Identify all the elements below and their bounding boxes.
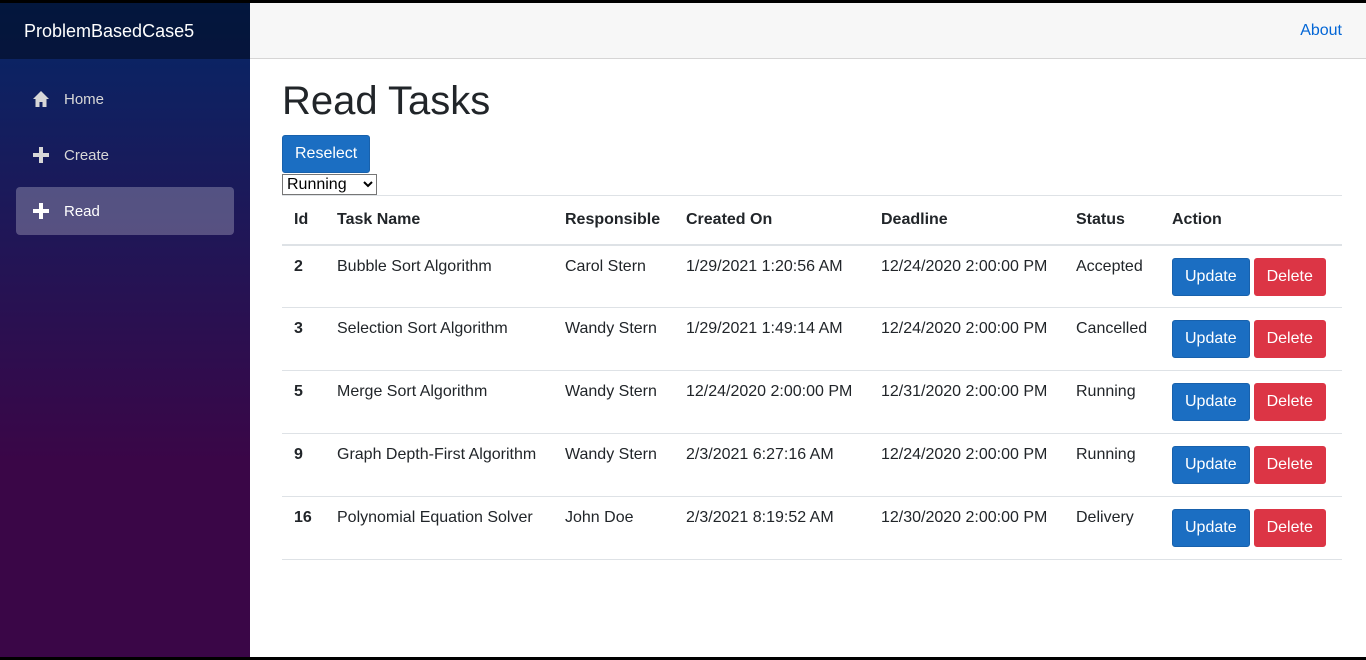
nav-item-label: Create bbox=[64, 146, 110, 164]
delete-button[interactable]: Delete bbox=[1253, 446, 1326, 484]
cell-responsible: John Doe bbox=[553, 496, 674, 560]
cell-created-on: 2/3/2021 6:27:16 AM bbox=[674, 433, 869, 497]
cell-task-name: Merge Sort Algorithm bbox=[325, 370, 553, 434]
cell-task-name: Selection Sort Algorithm bbox=[325, 307, 553, 371]
tasks-table: Id Task Name Responsible Created On Dead… bbox=[282, 195, 1342, 560]
cell-task-name: Polynomial Equation Solver bbox=[325, 496, 553, 560]
main-content: About Read Tasks Reselect Running Id Tas… bbox=[250, 3, 1366, 657]
cell-id: 9 bbox=[282, 433, 325, 497]
cell-actions: Update Delete bbox=[1160, 307, 1342, 371]
delete-button[interactable]: Delete bbox=[1253, 509, 1326, 547]
update-button[interactable]: Update bbox=[1172, 509, 1250, 547]
table-row: 9 Graph Depth-First Algorithm Wandy Ster… bbox=[282, 433, 1342, 497]
page-body: Read Tasks Reselect Running Id Task Name… bbox=[250, 59, 1366, 560]
cell-deadline: 12/30/2020 2:00:00 PM bbox=[869, 496, 1064, 560]
nav-item-home[interactable]: Home bbox=[16, 75, 234, 123]
cell-id: 3 bbox=[282, 307, 325, 371]
cell-created-on: 12/24/2020 2:00:00 PM bbox=[674, 370, 869, 434]
table-row: 3 Selection Sort Algorithm Wandy Stern 1… bbox=[282, 307, 1342, 371]
cell-deadline: 12/24/2020 2:00:00 PM bbox=[869, 244, 1064, 308]
cell-actions: Update Delete bbox=[1160, 433, 1342, 497]
cell-deadline: 12/24/2020 2:00:00 PM bbox=[869, 433, 1064, 497]
cell-created-on: 1/29/2021 1:49:14 AM bbox=[674, 307, 869, 371]
nav-item-read[interactable]: Read bbox=[16, 187, 234, 235]
brand-title[interactable]: ProblemBasedCase5 bbox=[0, 3, 250, 59]
top-bar: About bbox=[250, 3, 1366, 59]
column-header-action: Action bbox=[1160, 195, 1342, 246]
nav-item-label: Home bbox=[64, 90, 105, 108]
cell-status: Cancelled bbox=[1064, 307, 1160, 371]
cell-actions: Update Delete bbox=[1160, 496, 1342, 560]
update-button[interactable]: Update bbox=[1172, 257, 1250, 296]
table-row: 2 Bubble Sort Algorithm Carol Stern 1/29… bbox=[282, 244, 1342, 308]
cell-status: Delivery bbox=[1064, 496, 1160, 560]
update-button[interactable]: Update bbox=[1172, 383, 1250, 421]
nav-item-label: Read bbox=[64, 202, 100, 220]
plus-icon bbox=[32, 202, 50, 220]
status-filter-select[interactable]: Running bbox=[282, 174, 377, 195]
cell-id: 5 bbox=[282, 370, 325, 434]
cell-deadline: 12/24/2020 2:00:00 PM bbox=[869, 307, 1064, 371]
cell-actions: Update Delete bbox=[1160, 370, 1342, 434]
delete-button[interactable]: Delete bbox=[1253, 257, 1326, 296]
cell-status: Accepted bbox=[1064, 244, 1160, 308]
cell-responsible: Carol Stern bbox=[553, 244, 674, 308]
about-link[interactable]: About bbox=[1300, 22, 1342, 40]
column-header-task-name: Task Name bbox=[325, 195, 553, 246]
update-button[interactable]: Update bbox=[1172, 320, 1250, 358]
cell-created-on: 1/29/2021 1:20:56 AM bbox=[674, 244, 869, 308]
cell-responsible: Wandy Stern bbox=[553, 433, 674, 497]
nav-menu: Home Create Read bbox=[0, 59, 250, 235]
update-button[interactable]: Update bbox=[1172, 446, 1250, 484]
cell-task-name: Bubble Sort Algorithm bbox=[325, 244, 553, 308]
table-row: 5 Merge Sort Algorithm Wandy Stern 12/24… bbox=[282, 370, 1342, 434]
cell-actions: Update Delete bbox=[1160, 244, 1342, 308]
cell-task-name: Graph Depth-First Algorithm bbox=[325, 433, 553, 497]
column-header-id: Id bbox=[282, 195, 325, 246]
cell-status: Running bbox=[1064, 433, 1160, 497]
table-header-row: Id Task Name Responsible Created On Dead… bbox=[282, 195, 1342, 246]
delete-button[interactable]: Delete bbox=[1253, 320, 1326, 358]
plus-icon bbox=[32, 146, 50, 164]
cell-id: 16 bbox=[282, 496, 325, 560]
cell-created-on: 2/3/2021 8:19:52 AM bbox=[674, 496, 869, 560]
table-row: 16 Polynomial Equation Solver John Doe 2… bbox=[282, 496, 1342, 560]
nav-item-create[interactable]: Create bbox=[16, 131, 234, 179]
column-header-status: Status bbox=[1064, 195, 1160, 246]
cell-id: 2 bbox=[282, 244, 325, 308]
column-header-created-on: Created On bbox=[674, 195, 869, 246]
delete-button[interactable]: Delete bbox=[1253, 383, 1326, 421]
cell-responsible: Wandy Stern bbox=[553, 370, 674, 434]
column-header-responsible: Responsible bbox=[553, 195, 674, 246]
sidebar: ProblemBasedCase5 Home Create Read bbox=[0, 3, 250, 657]
column-header-deadline: Deadline bbox=[869, 195, 1064, 246]
cell-responsible: Wandy Stern bbox=[553, 307, 674, 371]
home-icon bbox=[32, 90, 50, 108]
page-title: Read Tasks bbox=[282, 79, 491, 123]
cell-status: Running bbox=[1064, 370, 1160, 434]
reselect-button[interactable]: Reselect bbox=[282, 135, 371, 173]
cell-deadline: 12/31/2020 2:00:00 PM bbox=[869, 370, 1064, 434]
